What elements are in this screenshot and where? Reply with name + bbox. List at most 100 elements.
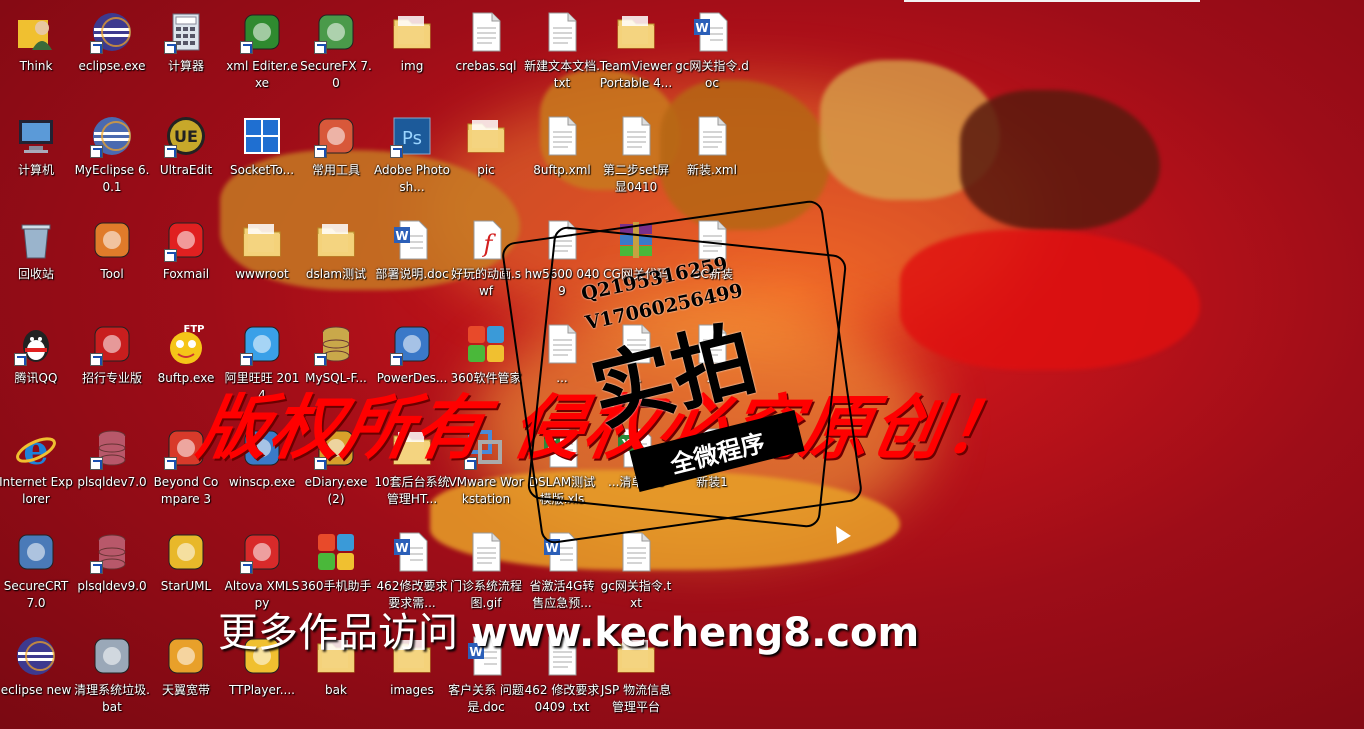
desktop-icon[interactable]: 新装.xml xyxy=(674,108,750,208)
folder-icon xyxy=(390,10,434,54)
desktop-icon[interactable]: TeamViewer Portable 4... xyxy=(598,4,674,104)
desktop-icon[interactable]: img xyxy=(374,4,450,104)
desktop-icon[interactable]: e Internet Explorer xyxy=(0,420,74,520)
desktop-icon-label: 第二步set屏显0410 xyxy=(602,163,670,194)
desktop-icon[interactable]: 清理系统垃圾.bat xyxy=(74,628,150,728)
desktop-icon-label: Foxmail xyxy=(162,267,210,281)
desktop-icon-label: JSP 物流信息管理平台 xyxy=(600,683,672,714)
desktop-icon-label: SecureCRT 7.0 xyxy=(3,579,69,610)
desktop-icon-label: 部署说明.doc xyxy=(375,267,449,281)
desktop-icon[interactable]: W 部署说明.doc xyxy=(374,212,450,312)
desktop-icon-label: dslam测试 xyxy=(305,267,367,281)
desktop-icon[interactable]: 8uftp.xml xyxy=(524,108,600,208)
shortcut-arrow-icon xyxy=(164,249,177,262)
ultraedit-icon: UE xyxy=(164,114,208,158)
shortcut-arrow-icon xyxy=(14,353,27,366)
desktop-icon-label: UltraEdit xyxy=(159,163,213,177)
desktop-icon[interactable]: 天翼宽带 xyxy=(148,628,224,728)
shortcut-arrow-icon xyxy=(390,145,403,158)
desktop-icon[interactable]: dslam测试 xyxy=(298,212,374,312)
desktop-icon[interactable]: SocketTo... xyxy=(224,108,300,208)
desktop-icon[interactable]: 常用工具 xyxy=(298,108,374,208)
horse-shape xyxy=(820,60,1000,200)
desktop-icon[interactable]: pic xyxy=(448,108,524,208)
desktop-icon[interactable]: plsqldev7.0 xyxy=(74,420,150,520)
shortcut-arrow-icon xyxy=(164,457,177,470)
folder-icon xyxy=(614,10,658,54)
desktop-icon[interactable]: 计算器 xyxy=(148,4,224,104)
desktop-icon[interactable]: 腾讯QQ xyxy=(0,316,74,416)
desktop-icon-label: img xyxy=(400,59,424,73)
desktop-icon[interactable]: eclipse.exe xyxy=(74,4,150,104)
powerdesigner-icon xyxy=(390,322,434,366)
securecrt-icon xyxy=(14,530,58,574)
desktop-icon[interactable]: 回收站 xyxy=(0,212,74,312)
svg-text:FTP: FTP xyxy=(184,324,205,335)
desktop-icon[interactable]: 新建文本文档.txt xyxy=(524,4,600,104)
folder-icon xyxy=(314,218,358,262)
desktop-icon-label: 腾讯QQ xyxy=(14,371,58,385)
desktop-icon-label: TeamViewer Portable 4... xyxy=(599,59,673,90)
ftp-icon: FTP xyxy=(164,322,208,366)
desktop-icon-label: Internet Explorer xyxy=(0,475,73,506)
desktop-icon-label: Beyond Compare 3 xyxy=(153,475,219,506)
visit-text: 更多作品访问 xyxy=(218,610,458,656)
desktop-icon[interactable]: Wgc网关指令.doc xyxy=(674,4,750,104)
desktop-icon-label: 新建文本文档.txt xyxy=(524,59,600,90)
desktop-icon[interactable]: Think xyxy=(0,4,74,104)
desktop-icon-label: 10套后台系统管理HT... xyxy=(374,475,450,506)
desktop-icon[interactable]: 计算机 xyxy=(0,108,74,208)
desktop-icon[interactable]: Foxmail xyxy=(148,212,224,312)
desktop-icon[interactable]: wwwroot xyxy=(224,212,300,312)
desktop-icon-label: VMware Workstation xyxy=(448,475,524,506)
desktop-icon[interactable]: 招行专业版 xyxy=(74,316,150,416)
desktop-icon[interactable]: crebas.sql xyxy=(448,4,524,104)
desktop-icon-label: images xyxy=(390,683,434,697)
desktop-icon[interactable]: StarUML xyxy=(148,524,224,624)
shortcut-arrow-icon xyxy=(90,457,103,470)
svg-text:e: e xyxy=(23,427,48,470)
desktop-icon-label: 客户关系 问题是.doc xyxy=(448,683,524,714)
desktop-icon-label: 清理系统垃圾.bat xyxy=(74,683,150,714)
desktop-icon[interactable]: Tool xyxy=(74,212,150,312)
desktop-icon-label: winscp.exe xyxy=(228,475,296,489)
shortcut-arrow-icon xyxy=(90,353,103,366)
desktop-icon-label: 新装.xml xyxy=(687,163,737,177)
desktop-icon-label: bak xyxy=(325,683,347,697)
desktop-icon[interactable]: SecureFX 7.0 xyxy=(298,4,374,104)
desktop-icon-label: plsqldev7.0 xyxy=(77,475,147,489)
desktop-icon-label: plsqldev9.0 xyxy=(77,579,147,593)
desktop-icon-label: SecureFX 7.0 xyxy=(300,59,372,90)
document-icon xyxy=(690,114,734,158)
shortcut-arrow-icon xyxy=(240,561,253,574)
top-edge-bar xyxy=(904,0,1200,2)
desktop-icon-label: Tool xyxy=(100,267,124,281)
desktop-icon[interactable]: UE UltraEdit xyxy=(148,108,224,208)
desktop-icon-label: pic xyxy=(477,163,495,177)
desktop-icon[interactable]: xml Editer.exe xyxy=(224,4,300,104)
desktop-icon-label: 回收站 xyxy=(17,267,54,281)
desktop-icon[interactable]: SecureCRT 7.0 xyxy=(0,524,74,624)
myeclipse-icon xyxy=(90,114,134,158)
desktop-icon[interactable]: plsqldev9.0 xyxy=(74,524,150,624)
desktop-icon[interactable]: MyEclipse 6.0.1 xyxy=(74,108,150,208)
desktop-icon-label: 8uftp.xml xyxy=(533,163,591,177)
calculator-icon xyxy=(164,10,208,54)
image-file-icon xyxy=(464,530,508,574)
desktop-icon-label: eclipse new xyxy=(0,683,72,697)
document-icon xyxy=(464,10,508,54)
text-file-icon xyxy=(540,10,584,54)
eclipse-icon xyxy=(14,634,58,678)
svg-text:UE: UE xyxy=(174,127,198,146)
securefx-icon xyxy=(314,10,358,54)
desktop-icon-label: 计算器 xyxy=(167,59,204,73)
mouse-pointer-icon xyxy=(829,522,851,544)
desktop-icon[interactable]: Ps Adobe Photosh... xyxy=(374,108,450,208)
ie-icon: e xyxy=(14,426,58,470)
desktop-icon[interactable]: 第二步set屏显0410 xyxy=(598,108,674,208)
software-manager-icon xyxy=(464,322,508,366)
mysql-icon xyxy=(314,322,358,366)
shortcut-arrow-icon xyxy=(90,145,103,158)
desktop-icon-label: 计算机 xyxy=(17,163,54,177)
desktop-icon[interactable]: eclipse new xyxy=(0,628,74,728)
